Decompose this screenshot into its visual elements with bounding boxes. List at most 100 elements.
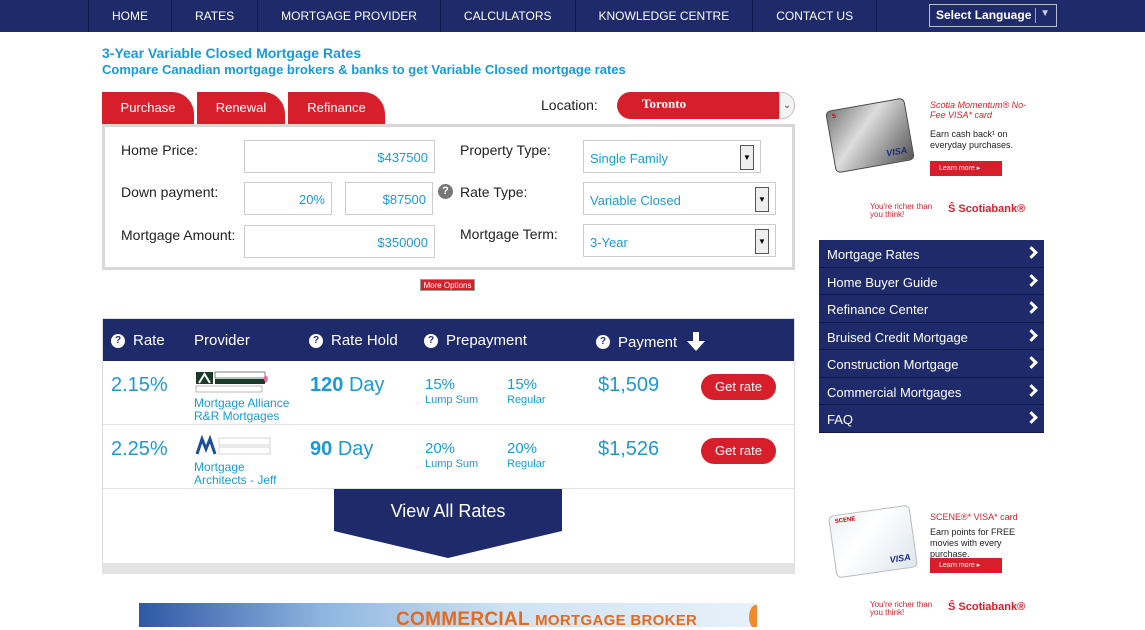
sidebar-item-mortgage-rates[interactable]: Mortgage Rates xyxy=(819,240,1044,268)
nav-calculators[interactable]: CALCULATORS xyxy=(441,0,576,32)
credit-card-image: SCENE VISA xyxy=(828,504,918,579)
page-title: 3-Year Variable Closed Mortgage Rates xyxy=(102,45,362,61)
header-rate-hold[interactable]: ? Rate Hold xyxy=(309,332,398,349)
mortgage-alliance-logo xyxy=(195,371,268,393)
help-icon[interactable]: ? xyxy=(111,333,125,348)
tab-renewal[interactable]: Renewal xyxy=(197,92,285,125)
sidebar-item-construction-mortgage[interactable]: Construction Mortgage xyxy=(819,350,1044,378)
sidebar-item-faq[interactable]: FAQ xyxy=(819,405,1044,433)
mortgage-term-select[interactable]: 3-Year ▼ xyxy=(583,224,776,257)
header-payment[interactable]: ? Payment xyxy=(596,332,706,352)
sidebar-item-label: Bruised Credit Mortgage xyxy=(827,329,968,345)
chevron-right-icon xyxy=(1025,246,1038,259)
regular-prepayment: 20% Regular xyxy=(507,440,546,470)
learn-more-label: Learn more xyxy=(939,562,975,569)
view-all-rates-button[interactable]: View All Rates xyxy=(334,489,562,558)
chevron-down-icon: ⌄ xyxy=(779,92,795,119)
lump-sum-label: Lump Sum xyxy=(425,394,479,406)
sidebar-item-label: Commercial Mortgages xyxy=(827,384,962,400)
lump-sum-percent: 15% xyxy=(425,376,456,393)
tab-refinance[interactable]: Refinance xyxy=(288,92,385,125)
sidebar-item-bruised-credit[interactable]: Bruised Credit Mortgage xyxy=(819,322,1044,350)
location-label: Location: xyxy=(541,97,598,113)
rate-type-select[interactable]: Variable Closed ▼ xyxy=(583,182,776,215)
learn-more-button[interactable]: Learn more ▸ xyxy=(930,161,1002,176)
location-select[interactable]: Toronto ⌄ xyxy=(617,92,795,119)
learn-more-button[interactable]: Learn more ▸ xyxy=(930,558,1002,573)
chevron-down-icon: ▼ xyxy=(755,229,769,254)
sidebar-item-label: Mortgage Rates xyxy=(827,247,920,262)
banner-text: COMMERCIAL MORTGAGE BROKER xyxy=(396,609,697,627)
sidebar-item-label: Home Buyer Guide xyxy=(827,274,938,290)
header-provider-label: Provider xyxy=(194,332,250,349)
rate-type-label: Rate Type: xyxy=(460,184,528,200)
nav-menu: HOME RATES MORTGAGE PROVIDER CALCULATORS… xyxy=(88,0,878,32)
sidebar-item-label: Refinance Center xyxy=(827,302,929,317)
location-value: Toronto xyxy=(642,96,687,111)
page-subtitle: Compare Canadian mortgage brokers & bank… xyxy=(102,62,626,77)
tab-purchase[interactable]: Purchase xyxy=(102,92,194,125)
brand-name: Scotiabank® xyxy=(958,203,1026,215)
lump-sum-label: Lump Sum xyxy=(425,458,479,470)
regular-prepayment: 15% Regular xyxy=(507,376,546,406)
help-icon[interactable]: ? xyxy=(309,333,323,348)
home-price-input[interactable]: $437500 xyxy=(244,140,435,173)
nav-rates[interactable]: RATES xyxy=(172,0,259,32)
down-payment-percent-input[interactable]: 20% xyxy=(244,182,332,215)
card-bank-text: SCENE xyxy=(834,516,856,526)
property-type-select[interactable]: Single Family ▼ xyxy=(583,140,761,173)
chevron-down-icon: ▼ xyxy=(740,145,754,170)
help-icon[interactable]: ? xyxy=(438,184,453,199)
get-rate-button[interactable]: Get rate xyxy=(701,374,776,400)
brand-name: Scotiabank® xyxy=(958,601,1026,613)
rate-value: 2.15% xyxy=(111,374,168,396)
scotia-momentum-ad[interactable]: S VISA Scotia Momentum® No-Fee VISA* car… xyxy=(820,96,1045,226)
more-options-button[interactable]: More Options xyxy=(420,279,475,291)
rate-hold-number: 120 xyxy=(310,374,344,396)
down-payment-amount-input[interactable]: $87500 xyxy=(345,182,433,215)
table-row: 2.25% Mortgage Architects - Jeff 90 Day … xyxy=(103,425,794,489)
header-prepayment[interactable]: ? Prepayment xyxy=(424,332,527,349)
get-rate-button[interactable]: Get rate xyxy=(701,438,776,464)
help-icon[interactable]: ? xyxy=(596,335,610,349)
scene-visa-ad[interactable]: SCENE VISA SCENE®* VISA* card Earn point… xyxy=(820,500,1045,630)
language-select-label: Select Language xyxy=(936,8,1032,22)
nav-mortgage-provider[interactable]: MORTGAGE PROVIDER xyxy=(258,0,441,32)
rate-hold-value: 120 Day xyxy=(310,374,385,397)
payment-value: $1,509 xyxy=(598,374,660,396)
home-price-label: Home Price: xyxy=(121,142,199,158)
header-rate-label: Rate xyxy=(133,332,165,349)
nav-knowledge-centre[interactable]: KNOWLEDGE CENTRE xyxy=(576,0,754,32)
ad-title: Scotia Momentum® No-Fee VISA* card xyxy=(930,100,1027,120)
header-payment-label: Payment xyxy=(618,333,678,351)
mortgage-form: Home Price: $437500 Down payment: 20% $8… xyxy=(102,124,795,270)
regular-percent: 15% xyxy=(507,376,538,393)
arrow-down-shape xyxy=(334,531,562,558)
sidebar-item-label: FAQ xyxy=(827,412,854,427)
chevron-down-icon: ▼ xyxy=(1040,8,1050,19)
ad-body: Earn points for FREE movies with every p… xyxy=(930,527,1016,559)
visa-logo: VISA xyxy=(885,144,908,159)
nav-contact-us[interactable]: CONTACT US xyxy=(753,0,878,32)
sidebar-item-refinance-center[interactable]: Refinance Center xyxy=(819,295,1044,323)
chevron-right-icon xyxy=(1025,273,1038,287)
header-rate-hold-label: Rate Hold xyxy=(331,332,398,349)
header-rate[interactable]: ? Rate xyxy=(111,332,165,349)
learn-more-label: Learn more xyxy=(939,165,975,172)
nav-home[interactable]: HOME xyxy=(89,0,172,32)
mortgage-amount-input[interactable]: $350000 xyxy=(244,225,435,258)
chevron-right-icon xyxy=(1025,383,1038,397)
sidebar-item-commercial-mortgages[interactable]: Commercial Mortgages xyxy=(819,377,1044,405)
provider-name-link[interactable]: Mortgage Alliance R&R Mortgages xyxy=(194,397,294,422)
banner-decoration xyxy=(749,605,757,627)
help-icon[interactable]: ? xyxy=(424,333,438,348)
lump-sum-prepayment: 15% Lump Sum xyxy=(425,376,478,406)
provider-name-link[interactable]: Mortgage Architects - Jeff xyxy=(194,461,284,486)
ad-tagline: You're richer than you think! xyxy=(870,600,933,617)
sidebar-item-home-buyer-guide[interactable]: Home Buyer Guide xyxy=(819,267,1044,295)
sort-down-arrow-icon[interactable] xyxy=(687,332,706,352)
commercial-mortgage-banner[interactable]: COMMERCIAL MORTGAGE BROKER xyxy=(139,603,757,627)
language-select[interactable]: Select Language ▼ xyxy=(929,4,1057,27)
mortgage-amount-label: Mortgage Amount: xyxy=(121,227,236,243)
regular-label: Regular xyxy=(507,458,546,470)
